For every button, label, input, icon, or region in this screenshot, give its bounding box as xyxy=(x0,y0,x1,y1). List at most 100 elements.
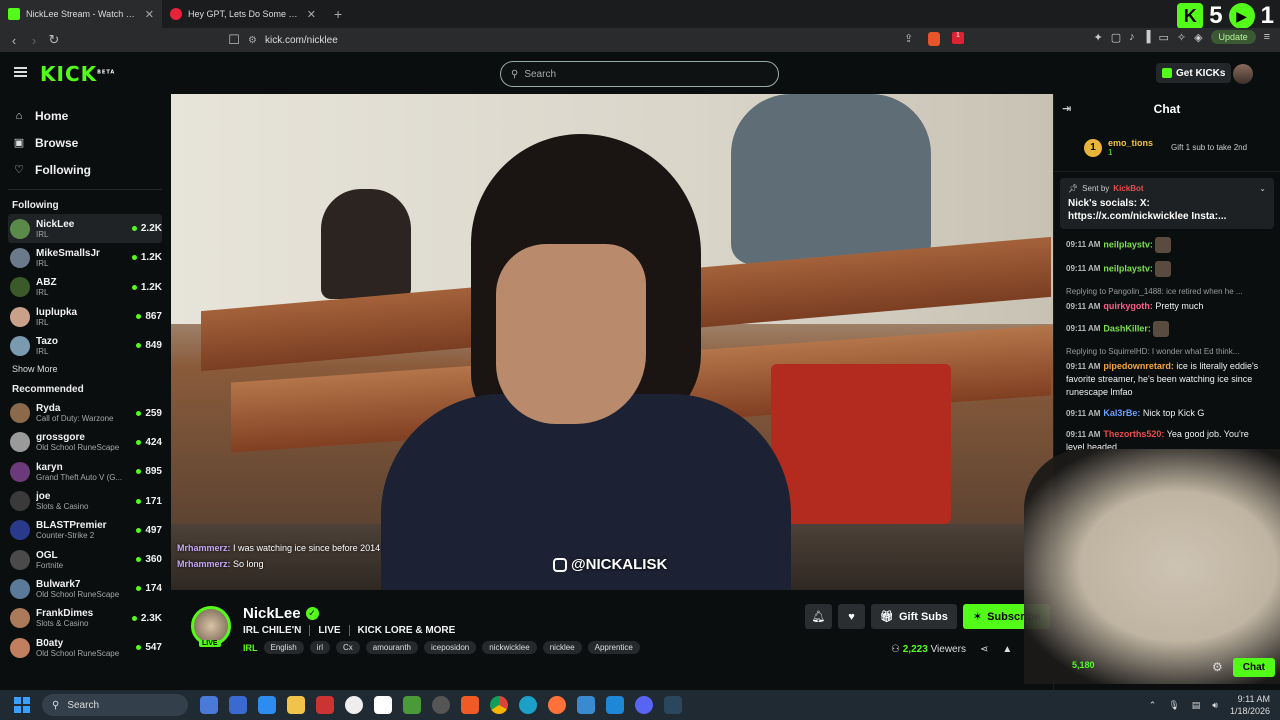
message-user[interactable]: Thezorths520: xyxy=(1103,429,1164,439)
channel-item[interactable]: joe Slots & Casino 171 xyxy=(0,486,170,515)
update-button[interactable]: Update xyxy=(1210,30,1256,44)
volume-icon[interactable]: 🔊︎ xyxy=(1212,700,1218,711)
message-user[interactable]: Kal3rBe: xyxy=(1103,408,1140,418)
rewards-icon[interactable]: 1 xyxy=(952,32,964,44)
sidebar-item-following[interactable]: ♡ Following xyxy=(0,156,170,183)
site-info-icon[interactable]: ⚙ xyxy=(248,35,257,46)
channel-item[interactable]: Ryda Call of Duty: Warzone 259 xyxy=(0,398,170,427)
menu-icon[interactable]: ≡ xyxy=(1264,31,1270,43)
tag-pill[interactable]: iceposidon xyxy=(424,641,477,654)
windows-start-icon[interactable] xyxy=(14,697,30,713)
send-chat-button[interactable]: Chat xyxy=(1232,657,1275,677)
tag-pill[interactable]: irl xyxy=(309,641,330,654)
tag-pill[interactable]: nicklee xyxy=(542,641,582,654)
settings-gear-icon[interactable]: ⚙ xyxy=(1212,660,1223,674)
message-user[interactable]: pipedownretard: xyxy=(1103,361,1174,371)
message-user[interactable]: DashKiller: xyxy=(1103,323,1151,333)
mic-icon[interactable]: 🎙︎ xyxy=(1168,700,1179,711)
app-icon[interactable] xyxy=(229,696,247,714)
file-explorer-icon[interactable] xyxy=(287,696,305,714)
close-tab-icon[interactable]: ✕ xyxy=(145,8,154,21)
kick-logo[interactable]: KICKBETA xyxy=(40,62,115,86)
share-icon[interactable]: ⇪ xyxy=(904,32,913,45)
channel-item[interactable]: BLASTPremier Counter-Strike 2 497 xyxy=(0,516,170,545)
search-input[interactable]: ⚲ Search xyxy=(500,61,779,87)
discord-icon[interactable] xyxy=(635,696,653,714)
puzzle-icon[interactable]: ✧ xyxy=(1177,31,1186,44)
gift-cta[interactable]: Gift 1 sub to take 2nd xyxy=(1171,143,1247,152)
firefox-icon[interactable] xyxy=(548,696,566,714)
back-icon[interactable]: ‹ xyxy=(4,33,24,48)
pinned-message[interactable]: 📌︎ Sent by KickBot ⌄ Nick's socials: X: … xyxy=(1060,178,1274,229)
channel-item[interactable]: NickLee IRL 2.2K xyxy=(8,214,162,244)
channel-item[interactable]: FrankDimes Slots & Casino 2.3K xyxy=(0,604,170,633)
app-icon[interactable] xyxy=(432,696,450,714)
chevron-up-icon[interactable]: ⌃ xyxy=(1149,700,1157,711)
app-icon[interactable] xyxy=(577,696,595,714)
music-icon[interactable]: ♪ xyxy=(1129,31,1135,43)
user-avatar[interactable] xyxy=(1233,64,1253,84)
app-icon[interactable] xyxy=(403,696,421,714)
reply-context[interactable]: Replying to Pangolin_1488: ice retired w… xyxy=(1066,285,1268,298)
reply-context[interactable]: Replying to SquirrelHD: I wonder what Ed… xyxy=(1066,345,1268,358)
tag-pill[interactable]: Apprentice xyxy=(587,641,640,654)
vpn-icon[interactable]: ◈ xyxy=(1194,31,1202,44)
app-icon[interactable] xyxy=(258,696,276,714)
message-user[interactable]: neilplaystv: xyxy=(1103,263,1153,273)
forward-icon[interactable]: › xyxy=(24,33,44,48)
steam-icon[interactable] xyxy=(664,696,682,714)
channel-item[interactable]: OGL Fortnite 360 xyxy=(0,545,170,574)
collapse-chat-icon[interactable]: ⇥ xyxy=(1062,102,1071,115)
taskbar-search[interactable]: ⚲ Search xyxy=(42,694,188,716)
message-user[interactable]: neilplaystv: xyxy=(1103,239,1153,249)
channel-item[interactable]: karyn Grand Theft Auto V (G... 895 xyxy=(0,457,170,486)
wallet-icon[interactable]: ▭ xyxy=(1158,31,1168,44)
browser-tab-1[interactable]: Hey GPT, Lets Do Some Riddles - Yo ✕ xyxy=(162,0,324,28)
message-user[interactable]: quirkygoth: xyxy=(1103,301,1153,311)
channel-item[interactable]: B0aty Old School RuneScape 547 xyxy=(0,633,170,662)
show-more-link[interactable]: Show More xyxy=(0,360,170,376)
close-tab-icon[interactable]: ✕ xyxy=(307,8,316,21)
edge-icon[interactable] xyxy=(519,696,537,714)
app-icon[interactable] xyxy=(200,696,218,714)
network-icon[interactable]: ▤ xyxy=(1192,700,1201,711)
brave-shield-icon[interactable] xyxy=(928,32,940,46)
report-icon[interactable]: ▲ xyxy=(1002,644,1012,655)
get-kicks-button[interactable]: Get KICKs xyxy=(1156,63,1232,83)
follow-button[interactable]: ♥ xyxy=(838,604,865,629)
channel-item[interactable]: luplupka IRL 867 xyxy=(0,302,170,331)
app-icon[interactable] xyxy=(374,696,392,714)
channel-item[interactable]: MikeSmallsJr IRL 1.2K xyxy=(0,243,170,272)
app-icon[interactable] xyxy=(345,696,363,714)
address-bar[interactable]: ⚙ kick.com/nicklee xyxy=(248,31,974,49)
channel-item[interactable]: Bulwark7 Old School RuneScape 174 xyxy=(0,574,170,603)
channel-name[interactable]: NickLee ✓ xyxy=(243,605,319,622)
app-icon[interactable] xyxy=(316,696,334,714)
category-link[interactable]: IRL xyxy=(243,643,258,653)
vscode-icon[interactable] xyxy=(606,696,624,714)
channel-item[interactable]: ABZ IRL 1.2K xyxy=(0,273,170,302)
chevron-down-icon[interactable]: ⌄ xyxy=(1259,184,1266,193)
screenshot-icon[interactable]: ▢ xyxy=(1111,31,1121,44)
video-player[interactable]: Mrhammerz: I was watching ice since befo… xyxy=(171,94,1053,590)
sidebar-item-browse[interactable]: ▣ Browse xyxy=(0,129,170,156)
notifications-button[interactable]: 🔔︎ xyxy=(805,604,832,629)
brave-icon[interactable] xyxy=(461,696,479,714)
channel-item[interactable]: grossgore Old School RuneScape 424 xyxy=(0,428,170,457)
gifter-name[interactable]: emo_tions xyxy=(1108,138,1153,148)
tag-pill[interactable]: nickwicklee xyxy=(482,641,537,654)
gift-subs-button[interactable]: 🎁︎ Gift Subs xyxy=(871,604,957,629)
clock[interactable]: 9:11 AM 1/18/2026 xyxy=(1230,693,1270,717)
tag-pill[interactable]: English xyxy=(263,641,304,654)
tag-pill[interactable]: amouranth xyxy=(365,641,418,654)
extension-icon[interactable]: ✦ xyxy=(1094,31,1103,44)
sidebar-item-home[interactable]: ⌂ Home xyxy=(0,102,170,129)
share-icon[interactable]: ⋖ xyxy=(980,644,988,655)
bookmark-icon[interactable]: ☐ xyxy=(224,32,244,48)
channel-item[interactable]: Tazo IRL 849 xyxy=(0,331,170,360)
new-tab-button[interactable]: + xyxy=(324,6,352,22)
sidebar-icon[interactable]: ▐ xyxy=(1143,31,1151,43)
chrome-icon[interactable] xyxy=(490,696,508,714)
reload-icon[interactable]: ↻ xyxy=(44,32,64,48)
browser-tab-0[interactable]: NickLee Stream - Watch Live ✕ xyxy=(0,0,162,28)
